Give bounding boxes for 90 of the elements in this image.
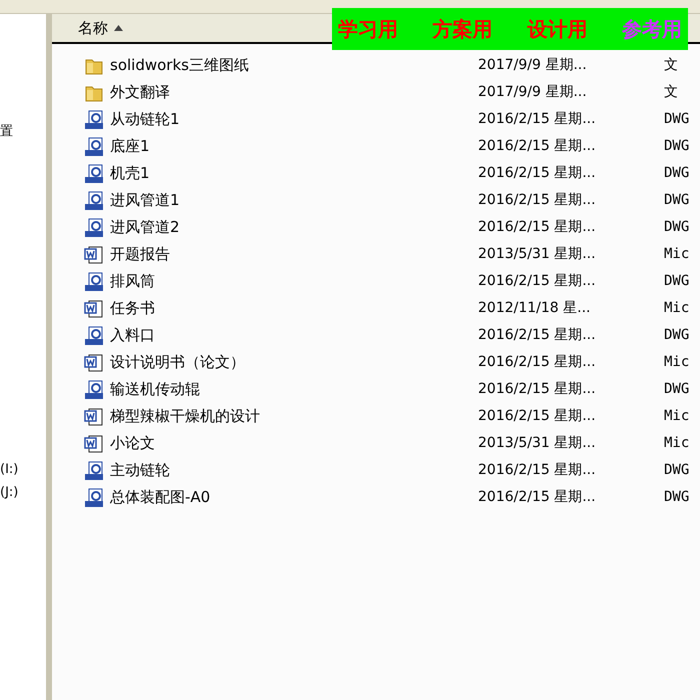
file-row[interactable]: 底座1 2016/2/15 星期... DWG xyxy=(52,133,700,160)
modified-date: 2017/9/9 星期... xyxy=(478,56,588,75)
file-name: 底座1 xyxy=(110,136,151,158)
drawing-file-icon xyxy=(84,218,104,238)
file-type: DWG xyxy=(664,326,690,345)
modified-date: 2016/2/15 星期... xyxy=(478,407,597,426)
file-row[interactable]: 任务书 2012/11/18 星... Mic xyxy=(52,295,700,322)
document-icon xyxy=(84,352,104,372)
modified-date: 2016/2/15 星期... xyxy=(478,488,597,507)
document-icon xyxy=(84,298,104,318)
file-type: Mic xyxy=(664,245,690,264)
banner-label: 方案用 xyxy=(432,16,493,43)
modified-date: 2016/2/15 星期... xyxy=(478,164,597,183)
banner-label: 参考用 xyxy=(622,16,682,43)
modified-date: 2016/2/15 星期... xyxy=(478,191,597,210)
file-name: 小论文 xyxy=(110,433,156,454)
drive-label[interactable]: (I:) xyxy=(0,460,46,479)
banner-label: 学习用 xyxy=(338,16,398,43)
drawing-file-icon xyxy=(84,272,104,292)
drawing-file-icon xyxy=(84,488,104,508)
modified-date: 2016/2/15 星期... xyxy=(478,326,597,345)
file-type: DWG xyxy=(664,164,690,183)
file-type: DWG xyxy=(664,380,690,399)
document-icon xyxy=(84,406,104,426)
document-icon xyxy=(84,244,104,264)
file-type: Mic xyxy=(664,407,690,426)
file-row[interactable]: 从动链轮1 2016/2/15 星期... DWG xyxy=(52,106,700,133)
modified-date: 2016/2/15 星期... xyxy=(478,353,597,372)
modified-date: 2013/5/31 星期... xyxy=(478,245,597,264)
file-row[interactable]: 排风筒 2016/2/15 星期... DWG xyxy=(52,268,700,295)
modified-date: 2016/2/15 星期... xyxy=(478,272,597,291)
file-type: DWG xyxy=(664,137,690,156)
file-name: 外文翻译 xyxy=(110,82,171,104)
drawing-file-icon xyxy=(84,326,104,346)
file-type: Mic xyxy=(664,353,690,372)
drawing-file-icon xyxy=(84,380,104,400)
file-row[interactable]: 小论文 2013/5/31 星期... Mic xyxy=(52,430,700,457)
file-name: 机壳1 xyxy=(110,163,151,184)
modified-date: 2016/2/15 星期... xyxy=(478,137,597,156)
file-row[interactable]: 机壳1 2016/2/15 星期... DWG xyxy=(52,160,700,187)
file-row[interactable]: 主动链轮 2016/2/15 星期... DWG xyxy=(52,457,700,484)
document-icon xyxy=(84,434,104,454)
drawing-file-icon xyxy=(84,110,104,130)
drawing-file-icon xyxy=(84,460,104,480)
file-name: 主动链轮 xyxy=(110,460,171,482)
drive-label[interactable]: (J:) xyxy=(0,483,46,502)
file-name: solidworks三维图纸 xyxy=(110,55,250,76)
file-row[interactable]: 开题报告 2013/5/31 星期... Mic xyxy=(52,241,700,268)
file-name: 入料口 xyxy=(110,325,156,346)
file-row[interactable]: 总体装配图-A0 2016/2/15 星期... DWG xyxy=(52,484,700,511)
file-row[interactable]: 梯型辣椒干燥机的设计 2016/2/15 星期... Mic xyxy=(52,403,700,430)
modified-date: 2016/2/15 星期... xyxy=(478,461,597,480)
file-type: DWG xyxy=(664,218,690,237)
file-type: DWG xyxy=(664,461,690,480)
file-name: 排风筒 xyxy=(110,271,156,292)
modified-date: 2016/2/15 星期... xyxy=(478,380,597,399)
file-name: 任务书 xyxy=(110,298,156,320)
file-name: 从动链轮1 xyxy=(110,109,181,130)
file-name: 进风管道2 xyxy=(110,217,181,238)
file-row[interactable]: 外文翻译 2017/9/9 星期... 文 xyxy=(52,79,700,106)
file-row[interactable]: 设计说明书（论文） 2016/2/15 星期... Mic xyxy=(52,349,700,376)
file-row[interactable]: solidworks三维图纸 2017/9/9 星期... 文 xyxy=(52,52,700,79)
banner-label: 设计用 xyxy=(527,16,588,43)
file-type: DWG xyxy=(664,191,690,210)
file-name: 进风管道1 xyxy=(110,190,181,212)
file-name: 开题报告 xyxy=(110,244,171,266)
modified-date: 2016/2/15 星期... xyxy=(478,110,597,129)
file-type: DWG xyxy=(664,110,690,129)
modified-date: 2017/9/9 星期... xyxy=(478,83,588,102)
drawing-file-icon xyxy=(84,136,104,156)
file-row[interactable]: 进风管道1 2016/2/15 星期... DWG xyxy=(52,187,700,214)
file-name: 总体装配图-A0 xyxy=(110,487,212,508)
file-type: DWG xyxy=(664,272,690,291)
file-type: 文 xyxy=(664,56,678,75)
modified-date: 2013/5/31 星期... xyxy=(478,434,597,453)
file-name: 输送机传动辊 xyxy=(110,379,201,400)
modified-date: 2016/2/15 星期... xyxy=(478,218,597,237)
file-type: Mic xyxy=(664,434,690,453)
file-type: 文 xyxy=(664,83,678,102)
drawing-file-icon xyxy=(84,164,104,184)
drive-label[interactable]: 置 xyxy=(0,122,46,142)
file-row[interactable]: 入料口 2016/2/15 星期... DWG xyxy=(52,322,700,349)
file-row[interactable]: 输送机传动辊 2016/2/15 星期... DWG xyxy=(52,376,700,403)
file-type: DWG xyxy=(664,488,690,507)
file-row[interactable]: 进风管道2 2016/2/15 星期... DWG xyxy=(52,214,700,241)
modified-date: 2012/11/18 星... xyxy=(478,299,592,318)
file-name: 梯型辣椒干燥机的设计 xyxy=(110,406,261,428)
file-name: 设计说明书（论文） xyxy=(110,352,246,374)
file-type: Mic xyxy=(664,299,690,318)
drawing-file-icon xyxy=(84,190,104,210)
